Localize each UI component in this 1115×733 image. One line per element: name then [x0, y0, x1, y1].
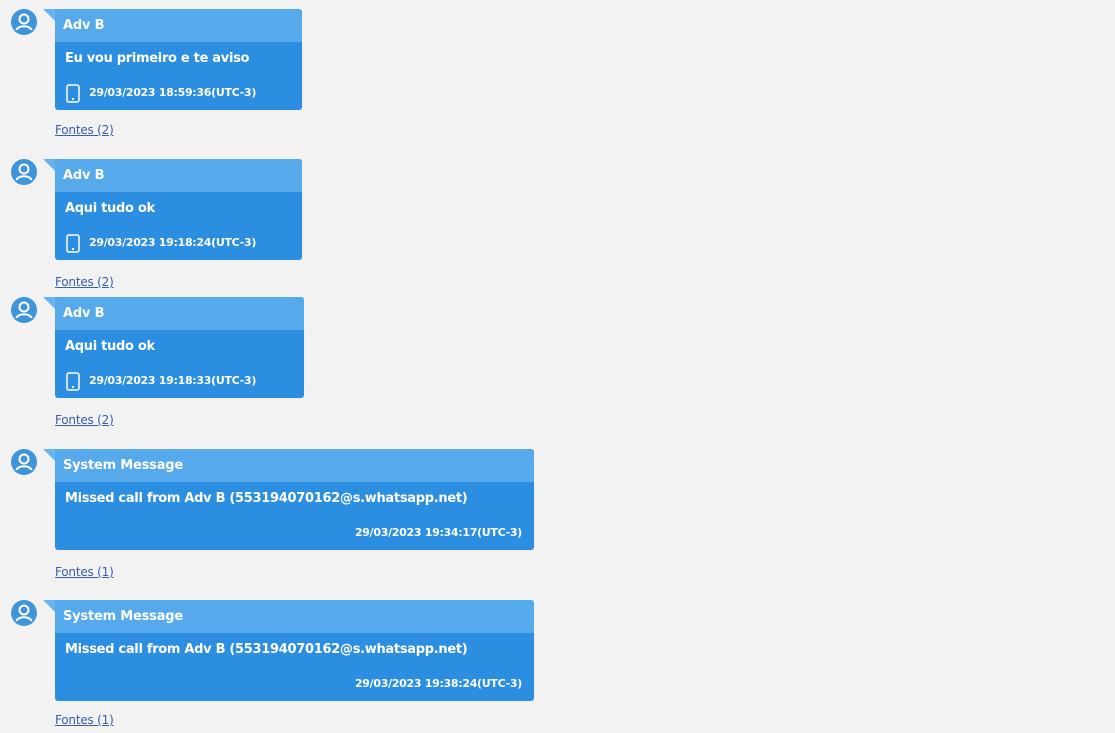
- phone-icon: [66, 371, 80, 391]
- bubble-tail: [43, 9, 55, 21]
- sender-name: System Message: [55, 449, 534, 482]
- message-text: Missed call from Adv B (553194070162@s.w…: [65, 642, 468, 657]
- message-footer: 29/03/2023 19:38:24(UTC-3): [55, 667, 534, 701]
- user-avatar-icon: [11, 297, 37, 323]
- message-timestamp: 29/03/2023 19:18:33(UTC-3): [89, 374, 257, 387]
- sender-name: Adv B: [55, 159, 302, 192]
- message-bubble: Adv B Eu vou primeiro e te aviso 29/03/2…: [55, 9, 302, 110]
- message-timestamp: 29/03/2023 19:38:24(UTC-3): [354, 677, 522, 690]
- user-avatar-icon: [11, 159, 37, 185]
- message-text: Aqui tudo ok: [65, 339, 155, 354]
- sender-name: System Message: [55, 600, 534, 633]
- message-footer: 29/03/2023 19:34:17(UTC-3): [55, 516, 534, 550]
- sender-name: Adv B: [55, 297, 304, 330]
- message-footer: 29/03/2023 18:59:36(UTC-3): [55, 76, 302, 110]
- message-text: Eu vou primeiro e te aviso: [65, 51, 250, 66]
- message-bubble: System Message Missed call from Adv B (5…: [55, 600, 534, 701]
- message-timestamp: 29/03/2023 19:18:24(UTC-3): [89, 236, 257, 249]
- sender-name: Adv B: [55, 9, 302, 42]
- sources-link[interactable]: Fontes (1): [55, 565, 114, 579]
- sources-link[interactable]: Fontes (2): [55, 123, 114, 137]
- message-bubble: Adv B Aqui tudo ok 29/03/2023 19:18:24(U…: [55, 159, 302, 260]
- bubble-tail: [43, 449, 55, 461]
- user-avatar-icon: [11, 449, 37, 475]
- phone-icon: [66, 233, 80, 253]
- message-timestamp: 29/03/2023 18:59:36(UTC-3): [89, 86, 257, 99]
- bubble-tail: [43, 297, 55, 309]
- message-footer: 29/03/2023 19:18:33(UTC-3): [55, 364, 304, 398]
- phone-icon: [66, 83, 80, 103]
- user-avatar-icon: [11, 9, 37, 35]
- message-text: Missed call from Adv B (553194070162@s.w…: [65, 491, 468, 506]
- sources-link[interactable]: Fontes (1): [55, 713, 114, 727]
- message-bubble: System Message Missed call from Adv B (5…: [55, 449, 534, 550]
- message-text: Aqui tudo ok: [65, 201, 155, 216]
- sources-link[interactable]: Fontes (2): [55, 413, 114, 427]
- user-avatar-icon: [11, 600, 37, 626]
- message-timestamp: 29/03/2023 19:34:17(UTC-3): [354, 526, 522, 539]
- message-bubble: Adv B Aqui tudo ok 29/03/2023 19:18:33(U…: [55, 297, 304, 398]
- bubble-tail: [43, 159, 55, 171]
- message-footer: 29/03/2023 19:18:24(UTC-3): [55, 226, 302, 260]
- sources-link[interactable]: Fontes (2): [55, 275, 114, 289]
- bubble-tail: [43, 600, 55, 612]
